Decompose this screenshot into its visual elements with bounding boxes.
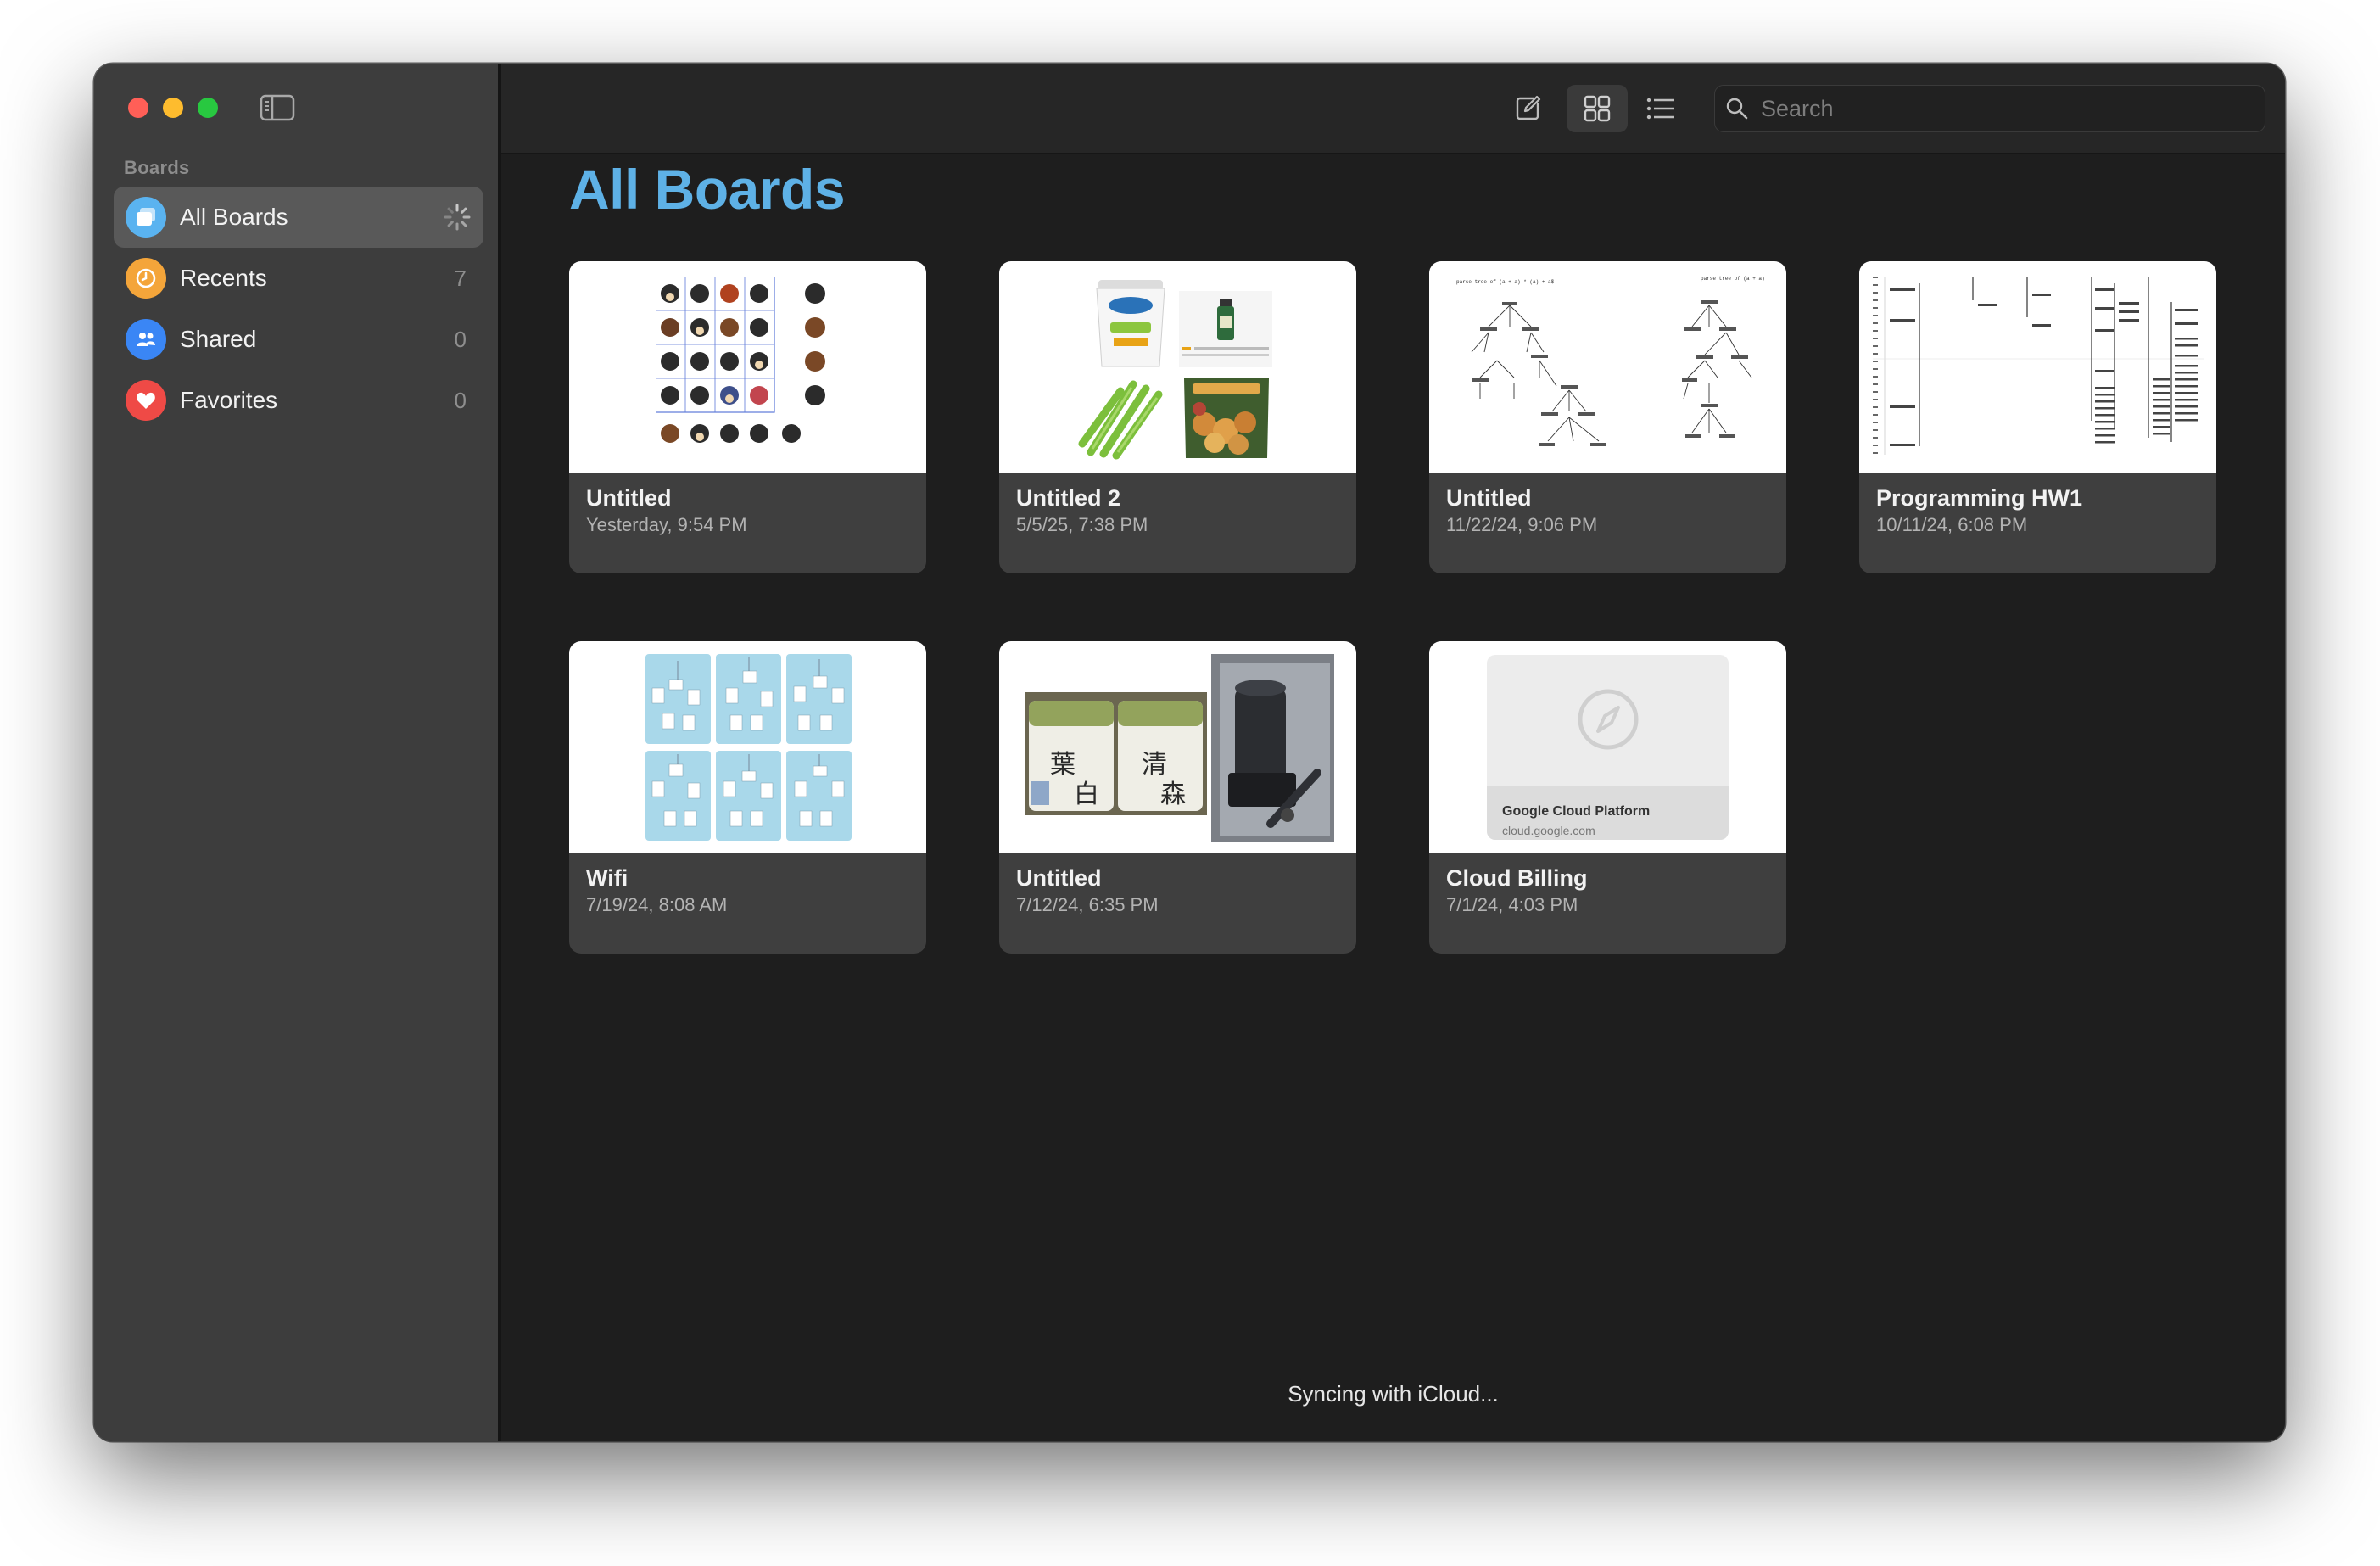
board-card[interactable]: 葉白 清森 Untitled 7/12/24, 6:35 PM: [999, 641, 1356, 954]
svg-text:清: 清: [1142, 750, 1167, 780]
svg-text:parse tree of (a + a) * a$: parse tree of (a + a) * a$: [1701, 276, 1768, 282]
sync-spinner-icon: [444, 204, 471, 231]
sidebar-item-label: Shared: [180, 326, 257, 352]
minimize-window-button[interactable]: [163, 98, 183, 118]
board-card[interactable]: Google Cloud Platform cloud.google.com C…: [1429, 641, 1786, 954]
board-thumbnail: Google Cloud Platform cloud.google.com: [1429, 641, 1786, 853]
sidebar-item-count: 0: [454, 387, 467, 413]
board-title: Programming HW1: [1876, 485, 2083, 511]
board-date: 7/19/24, 8:08 AM: [586, 894, 728, 915]
board-date: Yesterday, 9:54 PM: [586, 514, 747, 535]
close-window-button[interactable]: [128, 98, 148, 118]
svg-text:森: 森: [1160, 780, 1186, 809]
boards-icon: [126, 197, 166, 238]
sidebar-item-all-boards[interactable]: All Boards: [114, 187, 483, 248]
toolbar: [501, 64, 2285, 154]
board-thumbnail: [1859, 261, 2216, 473]
sync-status: Syncing with iCloud...: [1288, 1381, 1499, 1407]
compose-icon[interactable]: [1500, 85, 1555, 132]
heart-icon: [126, 380, 166, 421]
svg-text:parse tree of (a + a) * (a) +: parse tree of (a + a) * (a) + a$: [1456, 279, 1555, 285]
board-card[interactable]: Wifi 7/19/24, 8:08 AM: [569, 641, 926, 954]
list-icon[interactable]: [1634, 85, 1688, 132]
board-title: Wifi: [586, 865, 629, 891]
search-icon: [1726, 98, 1748, 120]
board-thumbnail: [569, 261, 926, 473]
board-thumbnail: 葉白 清森: [999, 641, 1356, 853]
search-input[interactable]: [1759, 94, 2238, 123]
link-title: Google Cloud Platform: [1502, 804, 1651, 819]
main-content: All Boards: [501, 64, 2285, 1441]
search-field[interactable]: [1714, 85, 2265, 132]
sidebar-item-label: Recents: [180, 265, 267, 291]
board-title: Cloud Billing: [1446, 865, 1588, 891]
sidebar-toggle-icon[interactable]: [260, 94, 295, 121]
sidebar-section-header: Boards: [124, 157, 190, 178]
page-title: All Boards: [569, 158, 846, 221]
board-date: 7/12/24, 6:35 PM: [1016, 894, 1159, 915]
board-title: Untitled: [1446, 485, 1532, 511]
sidebar: Boards All Boards Recents 7 Shared 0 Fav…: [94, 64, 501, 1441]
svg-text:葉: 葉: [1050, 750, 1075, 780]
sidebar-item-favorites[interactable]: Favorites 0: [114, 370, 483, 431]
board-card[interactable]: Untitled 2 5/5/25, 7:38 PM: [999, 261, 1356, 573]
board-card[interactable]: parse tree of (a + a) * (a) + a$ parse t…: [1429, 261, 1786, 573]
board-date: 11/22/24, 9:06 PM: [1446, 514, 1598, 535]
people-icon: [126, 319, 166, 360]
board-title: Untitled: [586, 485, 672, 511]
board-thumbnail: [999, 261, 1356, 473]
sidebar-item-label: Favorites: [180, 387, 278, 413]
sidebar-item-recents[interactable]: Recents 7: [114, 248, 483, 309]
board-date: 7/1/24, 4:03 PM: [1446, 894, 1578, 915]
clock-icon: [126, 258, 166, 299]
board-date: 5/5/25, 7:38 PM: [1016, 514, 1148, 535]
link-preview: Google Cloud Platform cloud.google.com: [1487, 655, 1729, 840]
board-title: Untitled: [1016, 865, 1102, 891]
board-card[interactable]: Programming HW1 10/11/24, 6:08 PM: [1859, 261, 2216, 573]
zoom-window-button[interactable]: [198, 98, 218, 118]
link-url: cloud.google.com: [1502, 824, 1595, 837]
board-date: 10/11/24, 6:08 PM: [1876, 514, 2028, 535]
sidebar-item-count: 0: [454, 326, 467, 352]
board-thumbnail: [569, 641, 926, 853]
sidebar-item-count: 7: [454, 265, 467, 291]
sidebar-item-label: All Boards: [180, 204, 288, 230]
compass-icon: [1578, 689, 1639, 750]
freeform-window: Boards All Boards Recents 7 Shared 0 Fav…: [94, 64, 2285, 1441]
svg-text:白: 白: [1074, 780, 1099, 809]
grid-icon[interactable]: [1567, 85, 1628, 132]
board-card[interactable]: Untitled Yesterday, 9:54 PM: [569, 261, 926, 573]
board-thumbnail: parse tree of (a + a) * (a) + a$ parse t…: [1429, 261, 1786, 473]
board-title: Untitled 2: [1016, 485, 1121, 511]
window-controls: [128, 98, 218, 118]
sidebar-item-shared[interactable]: Shared 0: [114, 309, 483, 370]
